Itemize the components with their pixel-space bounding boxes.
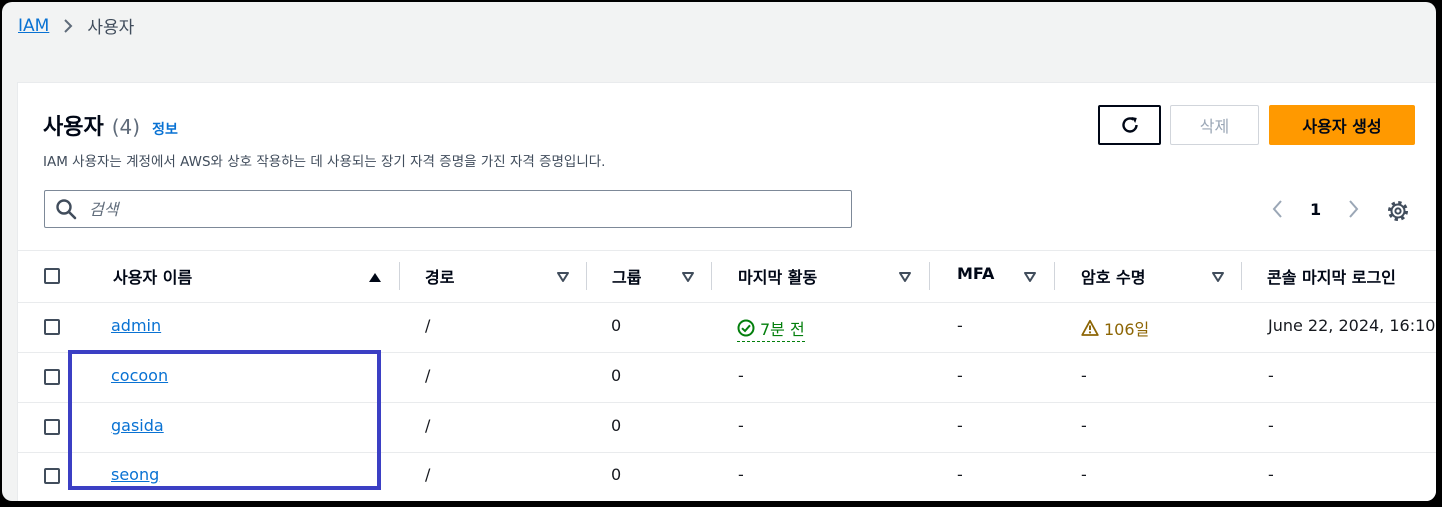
column-header-mfa[interactable]: MFA	[957, 264, 994, 283]
console-last-login-cell: -	[1268, 366, 1274, 385]
chevron-right-icon	[64, 18, 73, 33]
table-row: admin / 0 7분 전 - 106일 June 22, 2024, 16:…	[18, 302, 1436, 353]
row-checkbox[interactable]	[44, 468, 60, 484]
column-header-path[interactable]: 경로	[425, 264, 454, 288]
last-activity-text: 7분 전	[760, 320, 805, 339]
breadcrumb: IAM 사용자	[18, 13, 135, 39]
column-divider[interactable]	[1054, 262, 1055, 290]
refresh-icon	[1121, 117, 1138, 133]
password-age-cell: -	[1081, 366, 1087, 385]
breadcrumb-current: 사용자	[87, 18, 135, 38]
current-page-number[interactable]: 1	[1310, 200, 1321, 219]
path-cell: /	[425, 366, 431, 385]
column-header-last-activity[interactable]: 마지막 활동	[738, 264, 817, 288]
mfa-cell: -	[957, 465, 963, 484]
console-last-login-cell: June 22, 2024, 16:10	[1268, 316, 1436, 335]
path-cell: /	[425, 316, 431, 335]
column-divider[interactable]	[399, 262, 400, 290]
user-name-link[interactable]: admin	[111, 316, 161, 335]
last-activity-cell: -	[738, 416, 744, 435]
password-age-text: 106일	[1104, 320, 1150, 339]
pagination: 1	[1268, 198, 1363, 220]
column-header-password-age[interactable]: 암호 수명	[1081, 264, 1145, 288]
gear-icon[interactable]	[1386, 199, 1410, 223]
column-header-groups[interactable]: 그룹	[612, 264, 641, 288]
refresh-button[interactable]	[1098, 105, 1161, 145]
last-activity-cell: -	[738, 465, 744, 484]
previous-page-icon[interactable]	[1268, 198, 1288, 220]
select-all-checkbox[interactable]	[44, 268, 60, 284]
panel-header: 사용자 (4) 정보	[43, 109, 178, 141]
path-cell: /	[425, 416, 431, 435]
console-last-login-cell: -	[1268, 416, 1274, 435]
check-circle-icon	[737, 319, 755, 337]
page-description: IAM 사용자는 계정에서 AWS와 상호 작용하는 데 사용되는 장기 자격 …	[43, 154, 606, 170]
next-page-icon[interactable]	[1343, 198, 1363, 220]
user-count: (4)	[111, 115, 141, 139]
highlight-box	[68, 350, 381, 490]
search-box	[44, 190, 852, 228]
groups-cell: 0	[611, 416, 622, 435]
mfa-cell: -	[957, 416, 963, 435]
search-icon	[56, 199, 77, 220]
last-activity-cell: -	[738, 366, 744, 385]
breadcrumb-iam-link[interactable]: IAM	[18, 16, 49, 36]
warning-icon	[1081, 319, 1099, 336]
sort-icon[interactable]	[681, 270, 695, 284]
column-divider[interactable]	[1241, 262, 1242, 290]
sort-icon[interactable]	[1023, 270, 1037, 284]
sort-icon[interactable]	[898, 270, 912, 284]
last-activity-cell[interactable]: 7분 전	[737, 316, 805, 342]
table-header: 사용자 이름 경로 그룹 마지막 활동 MFA 암호 수명 콘솔 마지막 로그인	[18, 250, 1436, 303]
info-link[interactable]: 정보	[152, 119, 178, 139]
column-header-console-last-login[interactable]: 콘솔 마지막 로그인	[1267, 264, 1396, 288]
console-last-login-cell: -	[1268, 465, 1274, 484]
column-divider[interactable]	[711, 262, 712, 290]
delete-button[interactable]: 삭제	[1170, 105, 1259, 145]
row-checkbox[interactable]	[44, 369, 60, 385]
password-age-cell: -	[1081, 465, 1087, 484]
row-checkbox[interactable]	[44, 419, 60, 435]
sort-ascending-icon[interactable]	[368, 270, 382, 284]
column-header-username[interactable]: 사용자 이름	[113, 264, 192, 288]
path-cell: /	[425, 465, 431, 484]
groups-cell: 0	[611, 366, 622, 385]
groups-cell: 0	[611, 465, 622, 484]
groups-cell: 0	[611, 316, 622, 335]
create-user-button[interactable]: 사용자 생성	[1269, 105, 1415, 145]
row-checkbox[interactable]	[44, 319, 60, 335]
sort-icon[interactable]	[1211, 270, 1225, 284]
column-divider[interactable]	[586, 262, 587, 290]
mfa-cell: -	[957, 316, 963, 335]
password-age-cell: -	[1081, 416, 1087, 435]
page-title: 사용자	[43, 115, 104, 140]
column-divider[interactable]	[929, 262, 930, 290]
password-age-cell: 106일	[1081, 316, 1149, 340]
sort-icon[interactable]	[556, 270, 570, 284]
mfa-cell: -	[957, 366, 963, 385]
search-input[interactable]	[87, 198, 831, 220]
